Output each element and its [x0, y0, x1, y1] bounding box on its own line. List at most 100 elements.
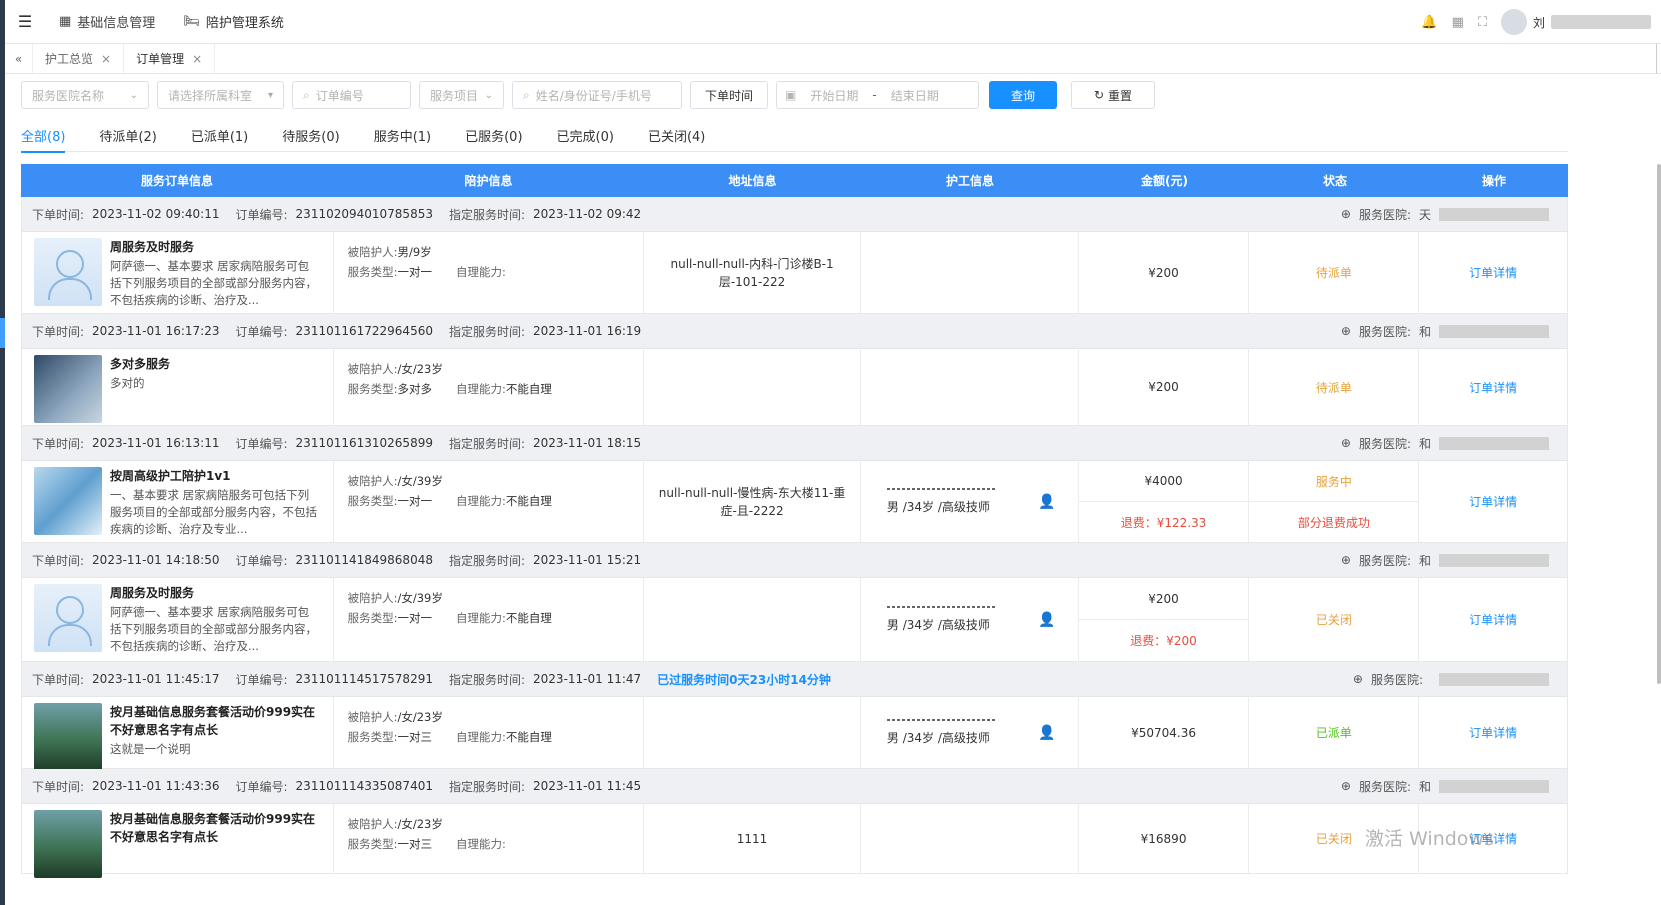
order-body: 多对多服务 多对的 被陪护人:/女/23岁 服务类型:多对多 自理能力:不能自理 ¥200… — [22, 349, 1567, 426]
person-search-input[interactable]: ⌕ 姓名/身份证号/手机号 — [512, 81, 682, 109]
self-care: 自理能力: — [456, 834, 506, 854]
tab-status-all[interactable]: 全部(8) — [21, 120, 66, 153]
assign-worker-icon[interactable]: 👤 — [1038, 725, 1055, 741]
order-time-label: 下单时间: — [32, 553, 85, 568]
self-care-label: 自理能力: — [455, 611, 506, 625]
tabs-divider — [1656, 44, 1657, 74]
bell-icon[interactable]: 🔔 — [1421, 15, 1437, 30]
patient-label: 被陪护人: — [347, 474, 398, 488]
order-detail-link[interactable]: 订单详情 — [1419, 697, 1567, 768]
tab-status-completed[interactable]: 已完成(0) — [557, 120, 614, 152]
tab-worker-overview[interactable]: 护工总览 × — [33, 44, 125, 73]
service-type: 服务类型:一对三 — [348, 727, 432, 747]
amount-cell: ¥200 — [1079, 232, 1250, 313]
department-select[interactable]: 请选择所属科室 ▾ — [157, 81, 284, 109]
status-badge: 待派单 — [1315, 380, 1352, 395]
service-cell: 周服务及时服务 阿萨德一、基本要求 居家病陪服务可包括下列服务项目的全部或部分服务… — [22, 232, 334, 313]
tab-order-management[interactable]: 订单管理 × — [124, 44, 216, 73]
patient-cell: 被陪护人:/女/39岁 服务类型:一对一 自理能力:不能自理 — [334, 578, 645, 661]
self-care: 自理能力:不能自理 — [456, 727, 552, 747]
amount-cell: ¥200 — [1079, 349, 1250, 425]
search-icon: ⌕ — [303, 87, 310, 102]
avatar[interactable] — [1500, 9, 1527, 35]
double-chevron-left-icon[interactable]: « — [5, 44, 33, 73]
nav-basic-info[interactable]: ▦ 基础信息管理 — [45, 0, 169, 44]
tab-order-management-label: 订单管理 — [136, 52, 185, 66]
service-time: 2023-11-02 09:42 — [533, 207, 642, 221]
service-type-row: 服务类型:多对多 自理能力:不能自理 — [348, 379, 630, 399]
tab-status-dispatched[interactable]: 已派单(1) — [191, 120, 248, 152]
patient-value: 男/9岁 — [397, 245, 432, 259]
order-row: 下单时间: 2023-11-01 11:43:36 订单编号: 23110111433… — [21, 769, 1568, 878]
service-thumbnail — [34, 355, 102, 423]
patient-value: /女/23岁 — [397, 817, 443, 831]
service-type: 服务类型:一对一 — [348, 608, 432, 628]
windows-activation-watermark: 激活 Windows — [1365, 828, 1494, 850]
order-time: 2023-11-01 11:43:36 — [92, 779, 220, 793]
time-type-button[interactable]: 下单时间 — [690, 81, 769, 109]
tab-status-pending-service[interactable]: 待服务(0) — [282, 120, 339, 152]
service-type-value: 一对三 — [397, 730, 432, 744]
fullscreen-icon[interactable]: ⛶ — [1478, 15, 1487, 30]
status-badge: 已关闭 — [1315, 613, 1352, 627]
service-time: 2023-11-01 16:19 — [533, 324, 642, 338]
hospital-select[interactable]: 服务医院名称 ⌄ — [21, 81, 149, 109]
calendar-icon: ▣ — [785, 88, 797, 102]
order-detail-link[interactable]: 订单详情 — [1419, 349, 1567, 425]
reset-button[interactable]: ↻ 重置 — [1071, 81, 1156, 109]
service-cell: 按月基础信息服务套餐活动价999实在不好意思名字有点长 这就是一个说明 — [22, 697, 334, 771]
amount-cell: ¥200 退费：¥200 — [1078, 578, 1250, 661]
patient-label: 被陪护人: — [347, 362, 398, 376]
patient-info: 被陪护人:/女/23岁 — [348, 359, 443, 379]
query-button[interactable]: 查询 — [989, 81, 1058, 109]
status-cell: 已关闭 — [1249, 578, 1420, 661]
self-care-label: 自理能力: — [455, 837, 506, 851]
close-icon[interactable]: × — [101, 52, 111, 66]
hospital-name-redacted — [1439, 436, 1549, 450]
patient-row: 被陪护人:/女/23岁 — [348, 707, 630, 727]
assign-worker-icon[interactable]: 👤 — [1038, 494, 1055, 510]
order-detail-link[interactable]: 订单详情 — [1419, 578, 1567, 661]
order-no-input[interactable]: ⌕ 订单编号 — [292, 81, 411, 109]
date-separator: - — [872, 88, 877, 102]
hospital-icon: ⊕ — [1352, 672, 1363, 686]
status-cell: 已派单 — [1249, 697, 1420, 768]
overdue-notice: 已过服务时间0天23小时14分钟 — [657, 672, 831, 687]
service-description: 多对的 — [110, 376, 145, 390]
order-detail-link[interactable]: 订单详情 — [1419, 232, 1567, 313]
order-detail-link[interactable]: 订单详情 — [1419, 461, 1567, 542]
menu-toggle-icon[interactable]: ☰ — [5, 0, 45, 44]
patient-cell: 被陪护人:/女/23岁 服务类型:多对多 自理能力:不能自理 — [334, 349, 645, 425]
address-cell: null-null-null-内科-门诊楼B-1层-101-222 — [644, 232, 861, 313]
worker-name-redacted — [886, 605, 997, 608]
hospital-name-redacted — [1439, 207, 1549, 221]
top-header: ☰ ▦ 基础信息管理 🛏 陪护管理系统 🔔 ▦ ⛶ 刘 — [5, 0, 1661, 44]
amount-value: ¥200 — [1148, 265, 1179, 280]
patient-cell: 被陪护人:/女/23岁 服务类型:一对三 自理能力:不能自理 — [334, 697, 645, 768]
date-range-picker[interactable]: ▣ 开始日期 - 结束日期 — [776, 81, 980, 109]
hospital-name-initial: 和 — [1418, 324, 1431, 339]
nav-escort-system[interactable]: 🛏 陪护管理系统 — [169, 0, 298, 44]
tab-status-served[interactable]: 已服务(0) — [465, 120, 522, 152]
status-cell: 待派单 — [1249, 349, 1420, 425]
reset-button-label: 重置 — [1108, 88, 1133, 103]
order-header: 下单时间: 2023-11-01 11:43:36 订单编号: 23110111433… — [22, 769, 1567, 804]
user-menu[interactable]: 刘 — [1500, 9, 1651, 35]
service-thumbnail — [34, 810, 102, 878]
service-type-value: 多对多 — [397, 382, 432, 396]
assign-worker-icon[interactable]: 👤 — [1038, 612, 1055, 628]
hospital-label: 服务医院: — [1358, 207, 1411, 222]
col-service-order: 服务订单信息 — [140, 174, 213, 188]
tab-status-closed[interactable]: 已关闭(4) — [648, 120, 705, 152]
worker-cell — [861, 232, 1079, 313]
apps-icon[interactable]: ▦ — [1452, 15, 1464, 30]
amount-value: ¥50704.36 — [1131, 725, 1196, 740]
tab-status-in-service[interactable]: 服务中(1) — [374, 120, 431, 152]
close-icon[interactable]: × — [192, 52, 202, 66]
chevron-down-icon: ⌄ — [129, 89, 138, 101]
user-initial: 刘 — [1532, 15, 1545, 30]
service-item-select[interactable]: 服务项目 ⌄ — [419, 81, 504, 109]
vertical-scrollbar[interactable] — [1657, 164, 1661, 684]
top-nav: ▦ 基础信息管理 🛏 陪护管理系统 — [45, 0, 298, 44]
tab-status-pending-dispatch[interactable]: 待派单(2) — [99, 120, 156, 152]
